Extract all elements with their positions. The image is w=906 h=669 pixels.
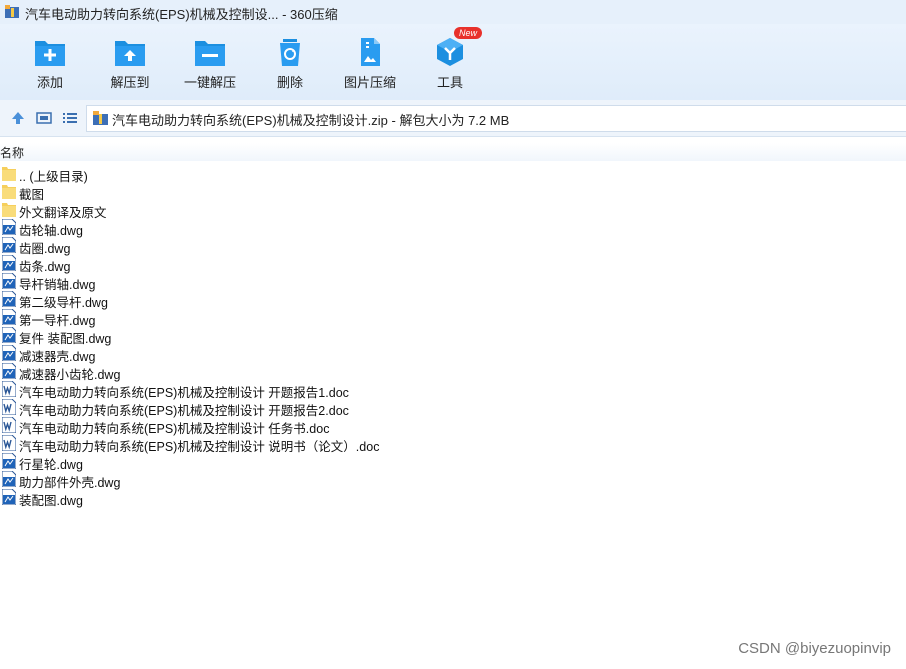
one-click-extract-icon [195,41,225,66]
file-row[interactable]: 汽车电动助力转向系统(EPS)机械及控制设计 任务书.doc [0,416,906,436]
dwg-file-icon [2,363,16,379]
app-zip-icon [5,5,19,18]
file-row[interactable]: 助力部件外壳.dwg [0,470,906,490]
dwg-file-icon [2,327,16,343]
tools-label: 工具 [436,75,463,90]
address-field[interactable]: 汽车电动助力转向系统(EPS)机械及控制设计.zip - 解包大小为 7.2 M… [86,105,906,132]
one-click-extract-button[interactable]: 一键解压 [170,37,250,97]
file-list: .. (上级目录) 截图 外文翻译及原文 齿轮轴.dwg 齿圈.dwg 齿条.dwg 导杆销… [0,164,906,508]
file-row[interactable]: 行星轮.dwg [0,452,906,472]
file-row[interactable]: 复件 装配图.dwg [0,326,906,346]
image-compress-icon [361,38,380,66]
list-view-icon[interactable] [62,110,78,126]
new-badge: New [454,27,483,39]
file-row[interactable]: 齿轮轴.dwg [0,218,906,238]
add-icon [35,41,65,66]
extract-to-button[interactable]: 解压到 [90,37,170,97]
folder-icon [2,203,16,217]
file-row[interactable]: 齿条.dwg [0,254,906,274]
zip-archive-icon [93,111,108,125]
word-doc-icon [2,417,16,433]
tools-cube-icon [437,38,463,66]
dwg-file-icon [2,273,16,289]
dwg-file-icon [2,237,16,253]
file-row[interactable]: 齿圈.dwg [0,236,906,256]
file-row[interactable]: 截图 [0,182,906,202]
dwg-file-icon [2,453,16,469]
toolbar: 添加 解压到 一键解压 删除 图片压缩 New 工具 [0,24,906,100]
extract-to-label: 解压到 [110,75,150,90]
file-row[interactable]: 减速器壳.dwg [0,344,906,364]
file-row[interactable]: 导杆销轴.dwg [0,272,906,292]
file-name: 装配图.dwg [19,494,83,508]
dwg-file-icon [2,219,16,235]
word-doc-icon [2,435,16,451]
image-compress-button[interactable]: 图片压缩 [330,37,410,97]
delete-button[interactable]: 删除 [250,37,330,97]
address-text: 汽车电动助力转向系统(EPS)机械及控制设计.zip - 解包大小为 7.2 M… [112,113,510,128]
file-row[interactable]: 外文翻译及原文 [0,200,906,220]
up-arrow-icon[interactable] [10,110,26,126]
file-row[interactable]: 减速器小齿轮.dwg [0,362,906,382]
window-title: 汽车电动助力转向系统(EPS)机械及控制设... - 360压缩 [25,7,338,22]
add-label: 添加 [36,75,63,90]
one-click-extract-label: 一键解压 [183,75,236,90]
watermark: CSDN @biyezuopinvip [738,640,891,657]
file-row[interactable]: 汽车电动助力转向系统(EPS)机械及控制设计 开题报告2.doc [0,398,906,418]
folder-icon [2,185,16,199]
file-row[interactable]: 汽车电动助力转向系统(EPS)机械及控制设计 开题报告1.doc [0,380,906,400]
dwg-file-icon [2,471,16,487]
thumbnail-view-icon[interactable] [36,110,52,126]
image-compress-label: 图片压缩 [343,75,396,90]
folder-icon [2,167,16,181]
file-row[interactable]: 装配图.dwg [0,488,906,508]
file-row[interactable]: .. (上级目录) [0,164,906,184]
title-bar: 汽车电动助力转向系统(EPS)机械及控制设... - 360压缩 [0,0,906,24]
column-header: 名称 [0,143,906,161]
address-bar: 汽车电动助力转向系统(EPS)机械及控制设计.zip - 解包大小为 7.2 M… [0,100,906,137]
file-row[interactable]: 汽车电动助力转向系统(EPS)机械及控制设计 说明书（论文）.doc [0,434,906,454]
word-doc-icon [2,399,16,415]
tools-button[interactable]: New 工具 [410,27,490,97]
column-name-header[interactable]: 名称 [0,144,24,161]
dwg-file-icon [2,309,16,325]
add-button[interactable]: 添加 [10,37,90,97]
recycle-bin-icon [280,39,300,66]
extract-to-icon [115,41,145,66]
dwg-file-icon [2,291,16,307]
dwg-file-icon [2,255,16,271]
delete-label: 删除 [276,75,303,90]
file-row[interactable]: 第二级导杆.dwg [0,290,906,310]
dwg-file-icon [2,345,16,361]
file-row[interactable]: 第一导杆.dwg [0,308,906,328]
dwg-file-icon [2,489,16,505]
word-doc-icon [2,381,16,397]
